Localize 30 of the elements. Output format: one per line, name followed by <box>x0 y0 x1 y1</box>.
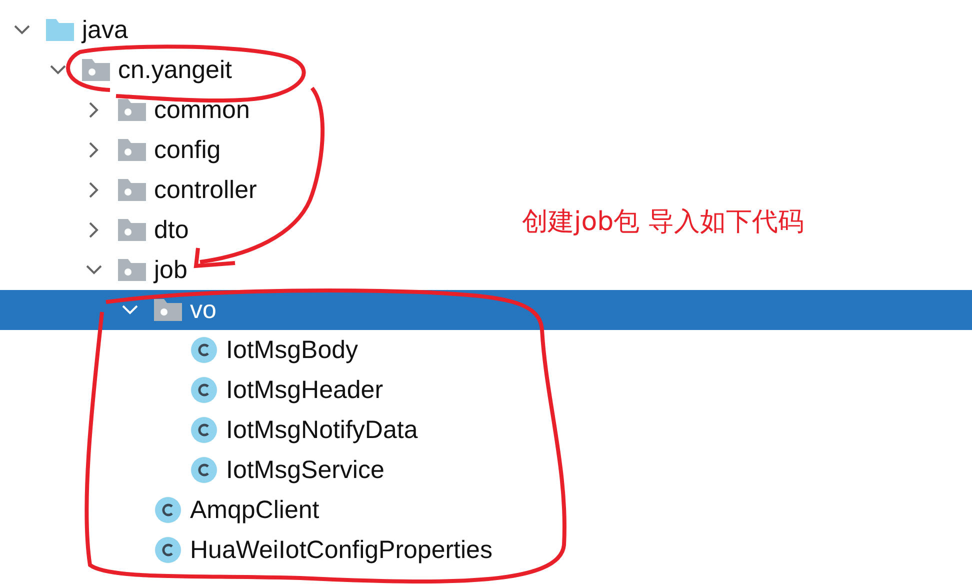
tree-item-label[interactable]: HuaWeiIotConfigProperties <box>190 536 492 564</box>
package-icon <box>154 299 182 321</box>
folder-icon <box>46 19 74 41</box>
class-icon <box>190 416 218 444</box>
package-icon <box>82 59 110 81</box>
package-icon <box>118 259 146 281</box>
tree-item-label[interactable]: vo <box>190 296 216 324</box>
tree-item-label[interactable]: IotMsgBody <box>226 336 358 364</box>
tree-item-label[interactable]: IotMsgNotifyData <box>226 416 418 444</box>
class-icon <box>190 336 218 364</box>
class-icon <box>190 456 218 484</box>
package-icon <box>118 99 146 121</box>
package-icon <box>118 219 146 241</box>
selected-tree-row[interactable]: vo <box>0 290 972 330</box>
tree-item-label[interactable]: IotMsgService <box>226 456 384 484</box>
class-icon <box>154 496 182 524</box>
tree-item-label[interactable]: cn.yangeit <box>118 56 232 84</box>
tree-item-label[interactable]: controller <box>154 176 257 204</box>
tree-item-label[interactable]: IotMsgHeader <box>226 376 384 404</box>
tree-item-label[interactable]: job <box>154 256 188 284</box>
class-icon <box>154 536 182 564</box>
tree-item-label[interactable]: dto <box>154 216 189 244</box>
tree-item-label[interactable]: common <box>154 96 250 124</box>
tree-item-label[interactable]: config <box>154 136 221 164</box>
annotation-text: 创建job包 导入如下代码 <box>522 206 804 239</box>
package-icon <box>118 179 146 201</box>
package-icon <box>118 139 146 161</box>
tree-item-label[interactable]: java <box>82 16 128 44</box>
class-icon <box>190 376 218 404</box>
tree-item-label[interactable]: AmqpClient <box>190 496 320 524</box>
